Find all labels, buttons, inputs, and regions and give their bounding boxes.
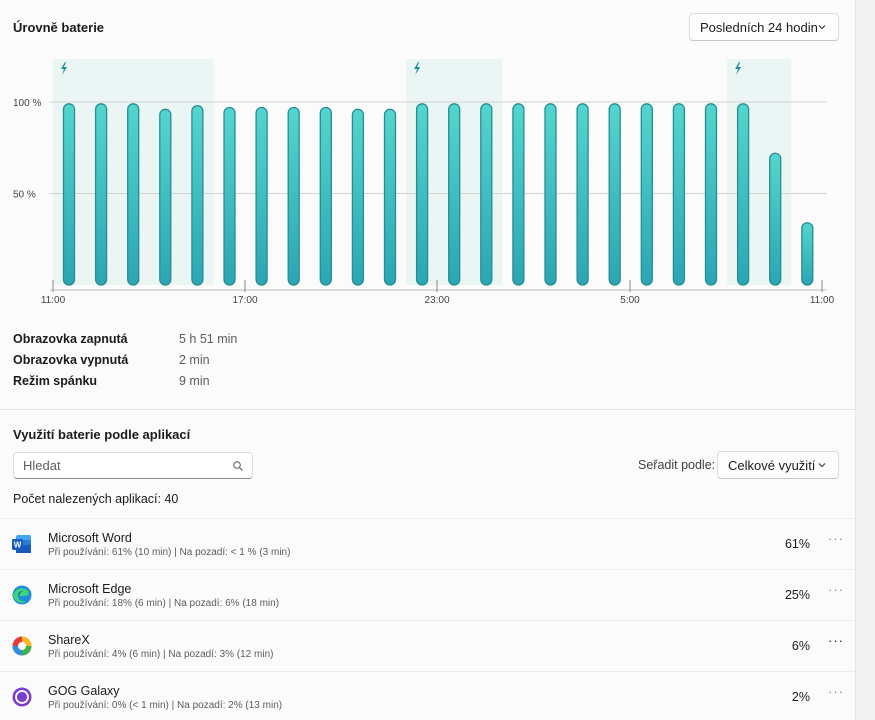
battery-level-bar (287, 106, 300, 286)
x-tick-label: 11:00 (810, 295, 835, 306)
battery-level-bar (640, 103, 653, 286)
app-usage-detail: Při používání: 4% (6 min) | Na pozadí: 3… (48, 649, 274, 660)
time-range-value: Posledních 24 hodin (700, 19, 818, 35)
chevron-down-icon (818, 25, 826, 30)
app-name: ShareX (48, 633, 90, 647)
app-row-microsoft-edge[interactable]: Microsoft Edge Při používání: 18% (6 min… (0, 569, 855, 619)
search-input[interactable] (23, 458, 223, 473)
app-row-microsoft-word[interactable]: W Microsoft Word Při používání: 61% (10 … (0, 518, 855, 568)
app-usage-detail: Při používání: 18% (6 min) | Na pozadí: … (48, 598, 280, 609)
search-icon (233, 461, 243, 471)
more-options-icon[interactable]: ··· (828, 685, 843, 701)
app-usage-detail: Při používání: 0% (< 1 min) | Na pozadí:… (48, 700, 283, 711)
stat-value: 2 min (179, 353, 210, 367)
stat-label: Obrazovka zapnutá (13, 332, 128, 346)
battery-level-bar (544, 103, 557, 286)
battery-level-bar (480, 103, 493, 286)
battery-levels-title: Úrovně baterie (13, 20, 105, 35)
stat-label: Obrazovka vypnutá (13, 353, 129, 367)
battery-level-bar (383, 108, 397, 286)
more-options-icon[interactable]: ··· (828, 532, 843, 548)
x-tick-label: 23:00 (424, 295, 449, 306)
battery-level-bar (62, 103, 76, 286)
battery-level-bar (448, 103, 461, 286)
battery-level-bar (351, 108, 365, 286)
x-tick-label: 17:00 (232, 295, 257, 306)
battery-level-bar (801, 222, 814, 286)
stat-value: 5 h 51 min (179, 332, 238, 346)
word-icon: W (12, 535, 31, 553)
time-range-dropdown[interactable]: Posledních 24 hodin (689, 13, 839, 41)
scrollbar-track[interactable] (855, 0, 875, 720)
stat-label: Režim spánku (13, 374, 98, 388)
battery-level-chart: 100 % 50 % 11:00 17:00 23:00 5:00 11:00 (13, 59, 835, 306)
more-options-icon[interactable]: ··· (828, 634, 843, 650)
stat-value: 9 min (179, 374, 210, 388)
x-tick-label: 11:00 (41, 295, 66, 306)
app-name: Microsoft Edge (48, 582, 132, 596)
battery-level-bar (704, 103, 718, 286)
app-count: Počet nalezených aplikací: 40 (13, 492, 179, 506)
battery-usage-panel: Úrovně baterie Posledních 24 hodin 100 %… (0, 0, 855, 720)
battery-level-bar (94, 103, 108, 286)
battery-level-bar (255, 106, 268, 286)
battery-level-bar (127, 103, 140, 286)
app-usage-detail: Při používání: 61% (10 min) | Na pozadí:… (48, 547, 291, 558)
section-divider (0, 409, 855, 410)
app-percent: 61% (784, 537, 810, 551)
app-percent: 6% (791, 639, 810, 653)
app-row-sharex[interactable]: ShareX Při používání: 4% (6 min) | Na po… (0, 620, 855, 670)
app-percent: 25% (784, 588, 810, 602)
more-options-icon[interactable]: ··· (828, 583, 843, 599)
sharex-icon (12, 636, 32, 656)
battery-level-bar (512, 103, 525, 286)
battery-level-bar (319, 106, 332, 286)
battery-level-bar (769, 152, 782, 286)
gog-galaxy-icon (12, 687, 32, 707)
chevron-down-icon (818, 463, 826, 468)
battery-level-bar (736, 103, 750, 286)
x-tick-label: 5:00 (620, 295, 640, 306)
sort-label: Seřadit podle: (638, 458, 716, 472)
y-tick-label: 100 % (13, 98, 41, 109)
battery-level-bar (191, 105, 204, 286)
apps-section-title: Využití baterie podle aplikací (13, 427, 191, 442)
sort-value: Celkové využití (728, 457, 816, 473)
app-percent: 2% (791, 690, 810, 704)
app-name: Microsoft Word (48, 531, 132, 545)
battery-level-bar (608, 103, 621, 286)
battery-level-bar (159, 108, 172, 286)
app-row-gog-galaxy[interactable]: GOG Galaxy Při používání: 0% (< 1 min) |… (0, 671, 855, 720)
charging-period-band (727, 59, 792, 285)
battery-level-bar (672, 103, 686, 286)
edge-icon (12, 585, 32, 605)
svg-text:W: W (14, 541, 22, 550)
app-name: GOG Galaxy (48, 684, 120, 698)
battery-level-bar (576, 103, 589, 286)
app-search-box[interactable] (13, 452, 253, 479)
battery-level-bar (223, 106, 236, 286)
battery-level-bar (415, 103, 429, 286)
y-tick-label: 50 % (13, 190, 36, 201)
sort-dropdown[interactable]: Celkové využití (717, 451, 839, 479)
